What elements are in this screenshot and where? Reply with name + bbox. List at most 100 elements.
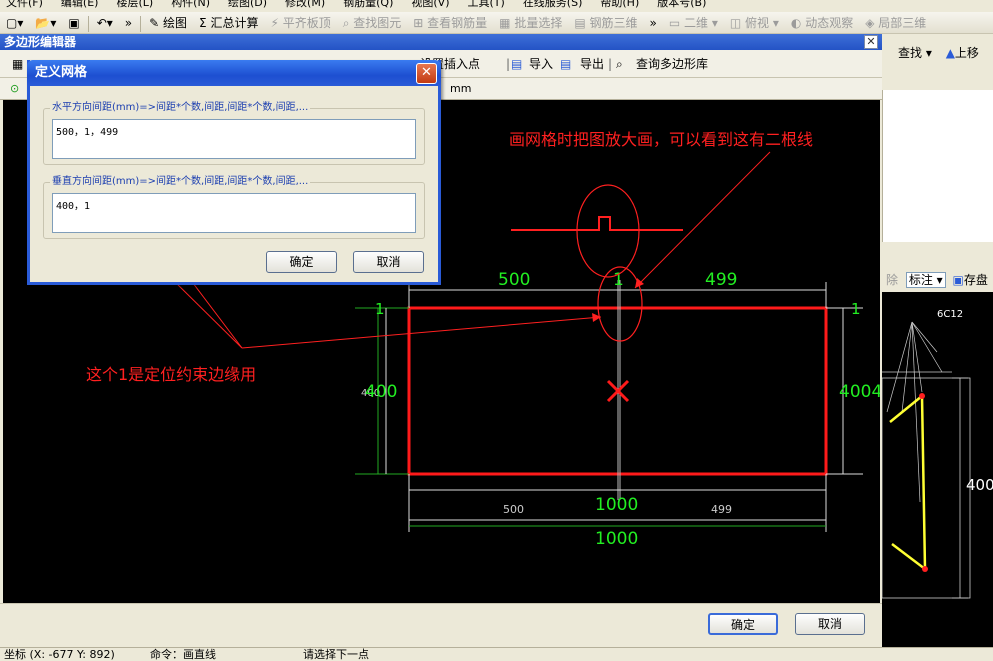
more-chevron-icon[interactable]: » bbox=[644, 12, 663, 33]
menu-draw[interactable]: 绘图(D) bbox=[228, 0, 267, 9]
rebar-3d-button[interactable]: ▤ 钢筋三维 bbox=[568, 12, 643, 33]
move-up-button[interactable]: 上移 bbox=[955, 46, 979, 60]
horizontal-spacing-input[interactable]: 500，1，499 bbox=[52, 119, 416, 159]
vertical-spacing-group: 垂直方向间距(mm)=>间距*个数,间距,间距*个数,间距,... 400，1 bbox=[43, 175, 425, 239]
toolbar-separator: | bbox=[608, 57, 613, 71]
leader-line bbox=[901, 321, 913, 413]
dialog-ok-button[interactable]: 确定 bbox=[266, 251, 337, 273]
section-preview-canvas[interactable]: 6C12 400 bbox=[882, 292, 993, 647]
dim-top-right: 499 bbox=[705, 270, 737, 290]
close-icon: ✕ bbox=[421, 65, 432, 80]
annotation-top: 画网格时把图放大画，可以看到这有二根线 bbox=[509, 130, 813, 149]
section-dimension: 400 bbox=[966, 476, 993, 494]
arrowhead bbox=[592, 313, 601, 322]
dim-bottom-1000: 1000 bbox=[595, 495, 638, 515]
dim-left-400: 400 bbox=[365, 382, 397, 402]
rebar-point bbox=[922, 566, 928, 572]
export-button[interactable]: 导出 bbox=[580, 50, 604, 78]
status-prompt: 请选择下一点 bbox=[303, 648, 369, 661]
search-icon: ⌕ bbox=[616, 57, 623, 71]
unit-label: mm bbox=[450, 82, 472, 95]
dialog-title: 定义网格 bbox=[35, 65, 88, 80]
draw-button[interactable]: ✎ 绘图 bbox=[143, 12, 193, 33]
undo-icon[interactable]: ↶▾ bbox=[91, 12, 119, 33]
menu-modify[interactable]: 修改(M) bbox=[285, 0, 325, 9]
find-button[interactable]: 查找 ▾ bbox=[898, 46, 932, 60]
menu-help[interactable]: 帮助(H) bbox=[600, 0, 639, 9]
right-panel-table bbox=[882, 90, 993, 242]
sum-calc-button[interactable]: Σ 汇总计算 bbox=[193, 12, 264, 33]
dialog-cancel-button[interactable]: 取消 bbox=[353, 251, 424, 273]
detail-zoom-line bbox=[511, 216, 683, 231]
batch-select-button[interactable]: ▦ 批量选择 bbox=[493, 12, 568, 33]
horizontal-spacing-label: 水平方向间距(mm)=>间距*个数,间距,间距*个数,间距,... bbox=[50, 101, 311, 115]
sigma-icon: Σ bbox=[199, 16, 207, 30]
dialog-close-button[interactable]: ✕ bbox=[416, 63, 437, 84]
remove-button[interactable]: 除 bbox=[886, 273, 898, 287]
right-panel-toolbar: 查找 ▾ ▲上移 bbox=[882, 40, 993, 66]
menu-bar: 文件(F) 编辑(E) 楼层(L) 构件(N) 绘图(D) 修改(M) 钢筋量(Q) 视图(V… bbox=[0, 0, 993, 12]
dynamic-view-button[interactable]: ◐ 动态观察 bbox=[785, 12, 859, 33]
close-icon: ✕ bbox=[866, 35, 876, 48]
editor-ok-button[interactable]: 确定 bbox=[708, 613, 778, 635]
export-icon: ▤ bbox=[560, 57, 572, 71]
editor-title: 多边形编辑器 bbox=[4, 35, 77, 49]
menu-version[interactable]: 版本号(B) bbox=[657, 0, 706, 9]
view-top-button[interactable]: ◫ 俯视 ▾ bbox=[724, 12, 785, 33]
toolbar-separator bbox=[87, 15, 89, 32]
horizontal-spacing-group: 水平方向间距(mm)=>间距*个数,间距,间距*个数,间距,... 500，1，… bbox=[43, 101, 425, 165]
leader-line bbox=[911, 321, 943, 373]
find-element-button[interactable]: ⌕ 查找图元 bbox=[337, 12, 408, 33]
new-file-icon[interactable]: ▢▾ bbox=[0, 12, 29, 33]
rebar-shape bbox=[889, 393, 927, 572]
save-button[interactable]: 存盘 bbox=[964, 273, 988, 287]
dim-bottom-500: 500 bbox=[503, 503, 524, 516]
flat-top-button[interactable]: ⚡ 平齐板顶 bbox=[264, 12, 336, 33]
annotate-select[interactable]: 标注 ▾ bbox=[905, 272, 946, 288]
vertical-spacing-input[interactable]: 400，1 bbox=[52, 193, 416, 233]
view-2d-select[interactable]: ▭ 二维 ▾ bbox=[663, 12, 724, 33]
dim-top-mid: 1 bbox=[613, 270, 624, 290]
editor-bottom-bar: 确定 取消 bbox=[0, 603, 882, 647]
right-panel-toolbar-2: 除 标注 ▾ ▣存盘 bbox=[882, 268, 993, 292]
leader-line bbox=[886, 321, 913, 413]
rebar-point bbox=[919, 393, 925, 399]
import-button[interactable]: 导入 bbox=[529, 50, 553, 78]
move-up-icon: ▲ bbox=[945, 46, 955, 60]
annotation-left: 这个1是定位约束边缘用 bbox=[86, 365, 256, 384]
more-chevron-icon[interactable]: » bbox=[119, 12, 138, 33]
point-snap-icon[interactable]: ⊙ bbox=[10, 78, 19, 100]
menu-file[interactable]: 文件(F) bbox=[6, 0, 43, 9]
main-toolbar: ▢▾ 📂▾ ▣ ↶▾» ✎ 绘图 Σ 汇总计算 ⚡ 平齐板顶 ⌕ 查找图元 ⊞ 查看钢筋量 ▦ 批… bbox=[0, 12, 993, 34]
status-command: 命令：画直线 bbox=[150, 648, 216, 661]
dialog-title-bar: 定义网格 bbox=[27, 60, 441, 86]
toolbar-separator: | bbox=[506, 57, 511, 71]
define-grid-dialog: 水平方向间距(mm)=>间距*个数,间距,间距*个数,间距,... 500，1，… bbox=[27, 60, 441, 285]
menu-edit[interactable]: 编辑(E) bbox=[61, 0, 99, 9]
annotation-arrow bbox=[634, 151, 771, 289]
menu-component[interactable]: 构件(N) bbox=[171, 0, 210, 9]
editor-close-button[interactable]: ✕ bbox=[864, 35, 878, 49]
menu-online[interactable]: 在线服务(S) bbox=[523, 0, 583, 9]
pencil-icon: ✎ bbox=[149, 16, 160, 30]
menu-rebar[interactable]: 钢筋量(Q) bbox=[343, 0, 393, 9]
dim-bottom-499: 499 bbox=[711, 503, 732, 516]
save-icon[interactable]: ▣ bbox=[62, 12, 85, 33]
grid-icon[interactable]: ▦ bbox=[12, 50, 23, 78]
query-library-button[interactable]: 查询多边形库 bbox=[636, 50, 708, 78]
editor-title-bar: 多边形编辑器 bbox=[0, 34, 882, 50]
status-bar: 坐标 (X: -677 Y: 892) 命令：画直线 请选择下一点 bbox=[0, 647, 993, 661]
menu-floor[interactable]: 楼层(L) bbox=[116, 0, 153, 9]
vertical-spacing-label: 垂直方向间距(mm)=>间距*个数,间距,间距*个数,间距,... bbox=[50, 175, 311, 189]
import-icon: ▤ bbox=[511, 57, 523, 71]
rebar-label: 6C12 bbox=[937, 309, 963, 320]
status-coordinates: 坐标 (X: -677 Y: 892) bbox=[4, 648, 115, 661]
dim-right-4004: 4004 bbox=[839, 382, 880, 402]
view-rebar-button[interactable]: ⊞ 查看钢筋量 bbox=[407, 12, 493, 33]
save-disk-icon: ▣ bbox=[952, 273, 964, 287]
editor-cancel-button[interactable]: 取消 bbox=[795, 613, 865, 635]
menu-tools[interactable]: 工具(T) bbox=[468, 0, 505, 9]
open-folder-icon[interactable]: 📂▾ bbox=[29, 12, 62, 33]
local-3d-button[interactable]: ◈ 局部三维 bbox=[859, 12, 932, 33]
menu-view[interactable]: 视图(V) bbox=[411, 0, 449, 9]
